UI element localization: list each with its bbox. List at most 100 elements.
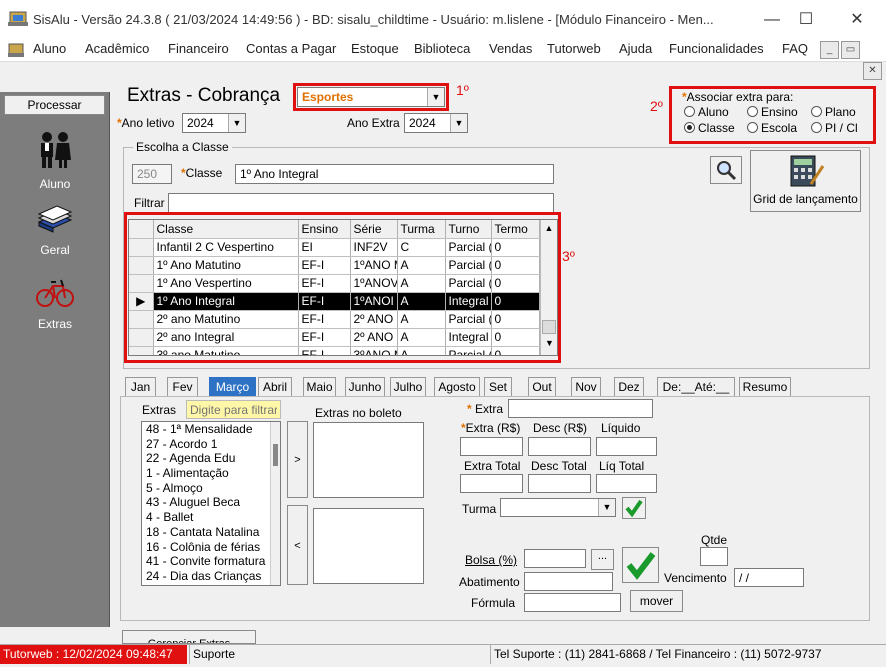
extras-list[interactable]: 48 - 1ª Mensalidade 27 - Acordo 1 22 - Age… [141,421,281,586]
maximize-button[interactable]: ☐ [783,6,829,34]
mdi-minimize-button[interactable]: _ [820,41,839,59]
menu-faq[interactable]: FAQ [782,41,808,56]
column-header-serie[interactable]: Série [350,220,398,239]
table-row[interactable]: 1º Ano Vespertino EF-I 1ºANOV A Parcial (0 [129,274,540,293]
classes-grid[interactable]: Classe Ensino Série Turma Turno Termo In… [128,219,558,356]
column-header-termo[interactable]: Termo [491,220,540,239]
formula-field[interactable] [524,593,621,612]
process-button[interactable]: Processar [4,95,105,115]
liquido-field[interactable] [596,437,657,456]
list-item[interactable]: 27 - Acordo 1 [142,437,280,452]
confirm-turma-button[interactable] [622,497,646,519]
scroll-up-icon[interactable]: ▲ [541,220,557,237]
extra-type-select[interactable]: Esportes ▼ [297,87,445,107]
extra-total-field[interactable] [460,474,523,493]
sidebar-item-extras[interactable]: Extras [0,274,110,331]
row-indicator[interactable] [129,256,154,275]
row-indicator[interactable] [129,346,154,355]
extras-scrollbar[interactable] [270,422,280,585]
filtrar-input[interactable] [168,193,554,213]
extras-scroll-thumb[interactable] [273,444,278,466]
list-item[interactable]: 48 - 1ª Mensalidade [142,422,280,437]
mover-button[interactable]: mover [630,590,683,612]
radio-ensino[interactable]: Ensino [747,105,798,119]
menu-tutorweb[interactable]: Tutorweb [547,41,601,56]
radio-classe[interactable]: Classe [684,121,735,135]
table-row[interactable]: 1º Ano MatutinoEF-I1ºANO MAParcial (0 [129,256,540,275]
menu-financeiro[interactable]: Financeiro [168,41,229,56]
list-item[interactable]: 1 - Alimentação [142,466,280,481]
row-indicator[interactable] [129,310,154,329]
tab-abril[interactable]: Abril [258,377,292,397]
vencimento-field[interactable]: / / [734,568,804,587]
extra-rs-field[interactable] [460,437,523,456]
menu-contas-a-pagar[interactable]: Contas a Pagar [246,41,336,56]
row-pointer-icon[interactable]: ▶ [129,292,154,311]
list-item[interactable]: 16 - Colônia de férias [142,540,280,555]
tab-resumo[interactable]: Resumo [739,377,791,397]
menu-funcionalidades[interactable]: Funcionalidades [669,41,764,56]
tab-out[interactable]: Out [528,377,556,397]
bolsa-field[interactable] [524,549,586,568]
tab-jan[interactable]: Jan [125,377,156,397]
grid-lancamento-button[interactable]: Grid de lançamento [750,150,861,212]
tab-nov[interactable]: Nov [571,377,601,397]
liq-total-field[interactable] [596,474,657,493]
list-item[interactable]: 18 - Cantata Natalina [142,525,280,540]
row-indicator[interactable] [129,238,154,257]
menu-vendas[interactable]: Vendas [489,41,532,56]
tab-fev[interactable]: Fev [167,377,198,397]
sidebar-item-aluno[interactable]: Aluno [0,130,110,191]
tab-julho[interactable]: Julho [390,377,426,397]
column-header-ensino[interactable]: Ensino [298,220,351,239]
menu-estoque[interactable]: Estoque [351,41,399,56]
abatimento-field[interactable] [524,572,613,591]
table-row[interactable]: 2º ano Integral EF-I 2º ANO A Integral 0 [129,328,540,347]
desc-rs-field[interactable] [528,437,591,456]
mdi-restore-button[interactable]: ▭ [841,41,860,59]
column-header-turno[interactable]: Turno [445,220,492,239]
search-button[interactable] [710,156,742,184]
column-header-turma[interactable]: Turma [397,220,446,239]
list-item[interactable]: 41 - Convite formatura [142,554,280,569]
tab-marco[interactable]: Março [209,377,256,397]
scroll-thumb[interactable] [542,320,556,334]
radio-escola[interactable]: Escola [747,121,797,135]
radio-plano[interactable]: Plano [811,105,856,119]
menu-ajuda[interactable]: Ajuda [619,41,652,56]
table-row[interactable]: 2º ano Matutino EF-I 2º ANO A Parcial (0 [129,310,540,329]
tab-agosto[interactable]: Agosto [434,377,480,397]
tab-set[interactable]: Set [484,377,512,397]
tab-de-ate[interactable]: De:__Até:__ [657,377,735,397]
tab-dez[interactable]: Dez [614,377,644,397]
menu-academico[interactable]: Acadêmico [85,41,149,56]
row-indicator[interactable] [129,328,154,347]
qtde-field[interactable] [700,547,728,566]
bolsa-lookup-button[interactable]: ... [591,549,614,570]
tab-junho[interactable]: Junho [345,377,385,397]
table-row[interactable]: ▶ 1º Ano Integral EF-I 1ºANOI A Integral 0 [129,292,540,311]
desc-total-field[interactable] [528,474,591,493]
grid-scrollbar[interactable]: ▲ ▼ [540,220,557,355]
sidebar-item-geral[interactable]: Geral [0,204,110,257]
remove-extra-button[interactable]: < [287,505,308,585]
ano-letivo-select[interactable]: 2024 ▼ [182,113,246,133]
column-header-classe[interactable]: Classe [153,220,299,239]
list-item[interactable]: 22 - Agenda Edu [142,451,280,466]
scroll-down-icon[interactable]: ▼ [541,338,557,348]
radio-pi-cl[interactable]: PI / Cl [811,121,858,135]
row-indicator[interactable] [129,274,154,293]
list-item[interactable]: 24 - Dia das Crianças [142,569,280,584]
radio-aluno[interactable]: Aluno [684,105,729,119]
menu-biblioteca[interactable]: Biblioteca [414,41,470,56]
table-row[interactable]: Infantil 2 C Vespertino EI INF2V C Parcial (… [129,238,540,257]
extras-boleto-list-bottom[interactable] [313,508,424,584]
menu-aluno[interactable]: Aluno [33,41,66,56]
gerenciar-extras-button[interactable]: Gerenciar Extras [122,630,256,644]
list-item[interactable]: 4 - Ballet [142,510,280,525]
add-extra-button[interactable]: > [287,421,308,498]
list-item[interactable]: 43 - Aluguel Beca [142,495,280,510]
mdi-close-button[interactable]: ✕ [863,62,882,80]
turma-select[interactable]: ▼ [500,498,616,517]
extras-boleto-list-top[interactable] [313,422,424,498]
